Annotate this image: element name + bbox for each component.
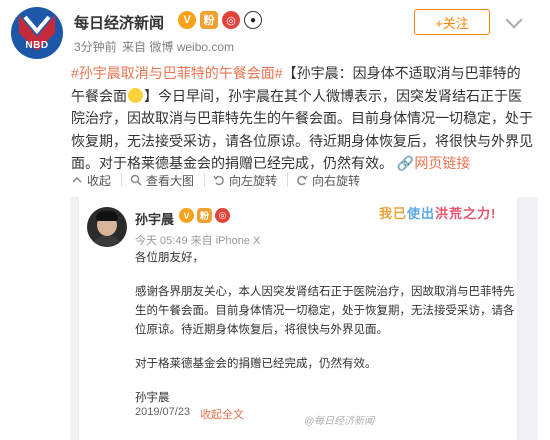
card-avatar bbox=[87, 207, 127, 247]
collapse-label[interactable]: 收起 bbox=[87, 172, 111, 189]
rotate-left-icon bbox=[213, 175, 224, 186]
card-paragraph-1: 感谢各界朋友关心，本人因突发肾结石正于医院治疗，因故取消与巴菲特先生的午餐会面。… bbox=[135, 286, 515, 336]
card-body: 各位朋友好， 感谢各界朋友关心，本人因突发肾结石正于医院治疗，因故取消与巴菲特先… bbox=[135, 249, 515, 412]
card-paragraph-2: 对于格莱德基金会的捐赠已经完成，仍然有效。 bbox=[135, 358, 377, 370]
collapse-icon bbox=[72, 176, 82, 183]
image-action-bar: 收起 查看大图 向左旋转 向右旋转 bbox=[71, 172, 378, 189]
nbd-logo-icon bbox=[19, 15, 55, 51]
banner-text-3: 洪荒之力! bbox=[435, 206, 497, 221]
vip-icon: 粉 bbox=[197, 208, 212, 223]
card-footer: 2019/07/23 收起全文 bbox=[135, 406, 244, 422]
follow-button[interactable]: +关注 bbox=[414, 9, 490, 35]
emoji-icon bbox=[128, 87, 143, 103]
embedded-post: 孙宇晨 V 粉 ◎ 今天 05:49 来自 iPhone X 我已使出洪荒之力!… bbox=[78, 197, 518, 440]
member-icon: ◎ bbox=[215, 208, 230, 223]
card-meta: 今天 05:49 来自 iPhone X bbox=[135, 235, 261, 247]
card-greeting: 各位朋友好， bbox=[135, 252, 204, 264]
post-time[interactable]: 3分钟前 bbox=[74, 40, 117, 54]
avatar-logo-text: NBD bbox=[25, 40, 49, 51]
collapse-button[interactable]: 收起 bbox=[71, 172, 123, 189]
verified-icon: V bbox=[179, 208, 194, 223]
card-collapse-link: 收起全文 bbox=[200, 409, 245, 421]
post-meta: 3分钟前 来自 微博 weibo.com bbox=[74, 38, 236, 55]
post-text: #孙宇晨取消与巴菲特的午餐会面#【孙宇晨：因身体不适取消与巴菲特的午餐会面 】今日… bbox=[71, 62, 533, 175]
panda-icon: ● bbox=[244, 11, 262, 29]
rotate-left-label[interactable]: 向左旋转 bbox=[229, 172, 277, 189]
view-large-button[interactable]: 查看大图 bbox=[130, 172, 206, 189]
rotate-right-icon bbox=[297, 175, 308, 186]
rotate-left-button[interactable]: 向左旋转 bbox=[213, 172, 289, 189]
account-badges: V 粉 ◎ ● bbox=[178, 11, 262, 29]
view-large-label[interactable]: 查看大图 bbox=[146, 172, 194, 189]
chevron-down-icon[interactable] bbox=[505, 11, 523, 29]
web-link-label[interactable]: 网页链接 bbox=[414, 155, 470, 171]
web-link[interactable]: 🔗网页链接 bbox=[397, 155, 470, 171]
magnify-icon bbox=[130, 174, 142, 186]
banner-text-1: 我已 bbox=[379, 206, 408, 221]
embedded-image[interactable]: 孙宇晨 V 粉 ◎ 今天 05:49 来自 iPhone X 我已使出洪荒之力!… bbox=[70, 197, 538, 440]
post-source: 来自 微博 weibo.com bbox=[122, 40, 235, 54]
card-banner: 我已使出洪荒之力! bbox=[379, 203, 496, 222]
card-date: 2019/07/23 bbox=[135, 406, 191, 418]
rotate-right-label[interactable]: 向右旋转 bbox=[312, 172, 360, 189]
banner-text-2: 使出 bbox=[407, 206, 436, 221]
watermark: @每日经济新闻 bbox=[304, 416, 375, 427]
post-hashtag[interactable]: #孙宇晨取消与巴菲特的午餐会面# bbox=[71, 65, 283, 81]
card-badges: V 粉 ◎ bbox=[179, 208, 230, 223]
member-icon: ◎ bbox=[222, 11, 240, 29]
rotate-right-button[interactable]: 向右旋转 bbox=[296, 172, 370, 189]
account-avatar[interactable]: NBD bbox=[11, 7, 63, 59]
vip-icon: 粉 bbox=[200, 11, 218, 29]
verified-icon: V bbox=[178, 11, 196, 29]
card-author-name: 孙宇晨 bbox=[135, 212, 175, 227]
account-name[interactable]: 每日经济新闻 bbox=[74, 12, 164, 33]
post-headline-end: 】 bbox=[144, 87, 158, 104]
